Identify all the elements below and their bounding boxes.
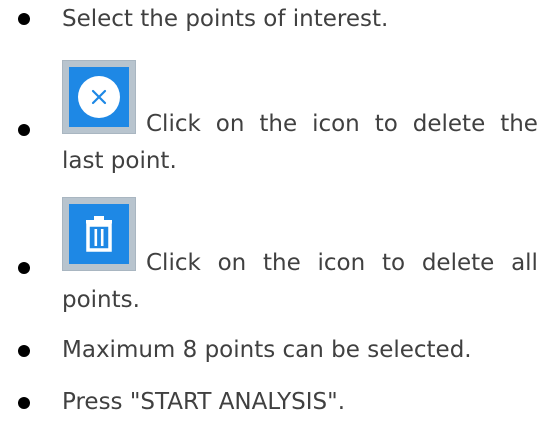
bullet-icon (18, 397, 30, 409)
bullet-icon (18, 13, 30, 25)
instruction-text-line: Click on the icon to delete the (146, 106, 538, 143)
instruction-text: Maximum 8 points can be selected. (62, 337, 472, 363)
word: all (511, 250, 538, 276)
delete-last-point-button[interactable] (62, 60, 136, 134)
word: on (217, 250, 247, 276)
bullet-icon (18, 262, 30, 274)
word: Click (146, 111, 201, 137)
word: the (259, 111, 298, 137)
bullet-icon (18, 124, 30, 136)
word: the (263, 250, 301, 276)
trash-icon (69, 204, 129, 264)
word: on (215, 111, 245, 137)
word: Click (146, 250, 201, 276)
instruction-text-continuation: last point. (62, 148, 177, 174)
instruction-text-line: Click on the icon to delete all (146, 245, 538, 282)
word: the (500, 111, 538, 137)
word: delete (412, 111, 486, 137)
instruction-text: Select the points of interest. (62, 6, 389, 32)
close-circle-icon (69, 67, 129, 127)
word: to (374, 111, 398, 137)
word: to (381, 250, 406, 276)
bullet-icon (18, 345, 30, 357)
instruction-text-continuation: points. (62, 287, 140, 313)
word: delete (421, 250, 495, 276)
word: icon (317, 250, 366, 276)
delete-all-points-button[interactable] (62, 197, 136, 271)
word: icon (312, 111, 360, 137)
instruction-text: Press "START ANALYSIS". (62, 389, 346, 415)
